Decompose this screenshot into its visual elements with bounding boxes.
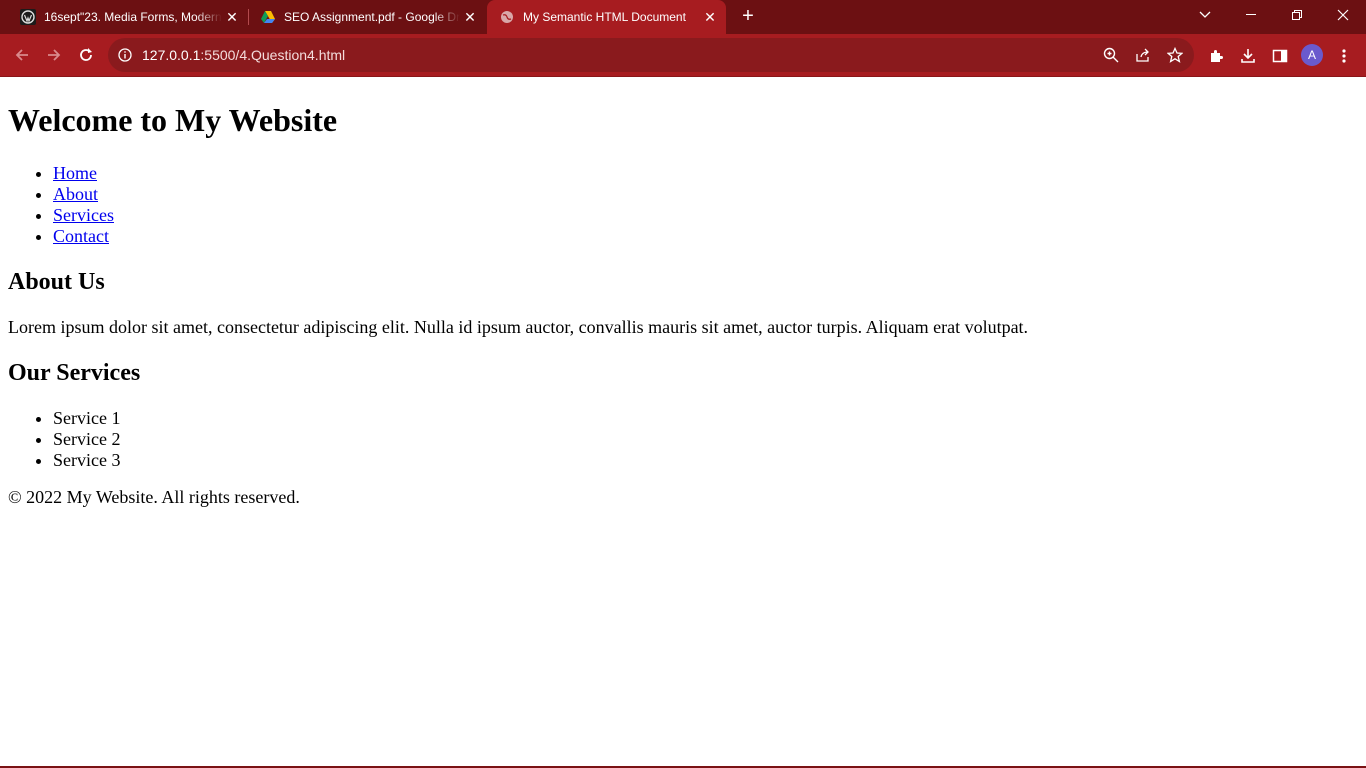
browser-chrome: 16sept"23. Media Forms, Modern ✕ SEO Ass… xyxy=(0,0,1366,77)
nav-link-contact[interactable]: Contact xyxy=(53,226,109,246)
url-path: :5500/4.Question4.html xyxy=(200,47,346,63)
nav-item: Services xyxy=(53,205,1358,226)
side-panel-icon[interactable] xyxy=(1269,45,1291,67)
new-tab-button[interactable]: + xyxy=(736,5,760,29)
restore-button[interactable] xyxy=(1274,0,1320,30)
arrow-right-icon xyxy=(48,49,61,61)
share-icon[interactable] xyxy=(1134,46,1152,64)
globe-icon xyxy=(499,9,515,25)
nav-item: About xyxy=(53,184,1358,205)
minimize-button[interactable] xyxy=(1228,0,1274,30)
restore-icon xyxy=(1292,10,1302,20)
avatar[interactable]: A xyxy=(1301,44,1323,66)
page-content: Welcome to My Website Home About Service… xyxy=(0,98,1366,508)
services-section: Our Services Service 1 Service 2 Service… xyxy=(8,358,1358,471)
tab-semantic-html[interactable]: My Semantic HTML Document ✕ xyxy=(487,0,726,34)
url-text: 127.0.0.1:5500/4.Question4.html xyxy=(142,47,345,63)
site-footer: © 2022 My Website. All rights reserved. xyxy=(8,487,300,507)
close-icon xyxy=(1337,9,1349,21)
address-bar[interactable]: 127.0.0.1:5500/4.Question4.html xyxy=(108,38,1194,72)
forward-button[interactable] xyxy=(40,41,68,69)
tab-seo-assignment[interactable]: SEO Assignment.pdf - Google Dri ✕ xyxy=(248,0,486,34)
reload-icon xyxy=(80,48,92,61)
zoom-icon[interactable] xyxy=(1102,46,1120,64)
tab-title: SEO Assignment.pdf - Google Dri xyxy=(284,10,460,24)
tab-title: 16sept"23. Media Forms, Modern xyxy=(44,10,222,24)
bookmark-star-icon[interactable] xyxy=(1166,46,1184,64)
tab-strip: 16sept"23. Media Forms, Modern ✕ SEO Ass… xyxy=(0,0,1366,34)
close-icon[interactable]: ✕ xyxy=(460,9,480,26)
close-window-button[interactable] xyxy=(1320,0,1366,30)
tab-title: My Semantic HTML Document xyxy=(523,10,686,24)
nav-link-home[interactable]: Home xyxy=(53,163,97,183)
nav-item: Home xyxy=(53,163,1358,184)
chevron-down-icon xyxy=(1199,11,1211,18)
about-section: About Us Lorem ipsum dolor sit amet, con… xyxy=(8,267,1358,338)
wordpress-icon xyxy=(20,9,36,25)
extensions-icon[interactable] xyxy=(1205,45,1227,67)
tab-search-button[interactable] xyxy=(1182,0,1228,30)
service-item: Service 3 xyxy=(53,450,1358,471)
tab-media-forms[interactable]: 16sept"23. Media Forms, Modern ✕ xyxy=(8,0,248,34)
arrow-left-icon xyxy=(15,49,28,61)
nav-link-services[interactable]: Services xyxy=(53,205,114,225)
page-title: Welcome to My Website xyxy=(8,102,338,138)
nav-link-about[interactable]: About xyxy=(53,184,98,204)
nav-item: Contact xyxy=(53,226,1358,247)
service-item: Service 1 xyxy=(53,408,1358,429)
service-item: Service 2 xyxy=(53,429,1358,450)
reload-button[interactable] xyxy=(72,41,100,69)
services-heading: Our Services xyxy=(8,360,141,386)
back-button[interactable] xyxy=(8,41,36,69)
services-list: Service 1 Service 2 Service 3 xyxy=(8,408,1358,471)
kebab-menu-icon[interactable] xyxy=(1333,45,1355,67)
nav-list: Home About Services Contact xyxy=(8,163,1358,247)
close-icon[interactable]: ✕ xyxy=(222,9,242,26)
close-icon[interactable]: ✕ xyxy=(700,9,720,26)
minimize-icon xyxy=(1246,14,1256,15)
url-host: 127.0.0.1 xyxy=(142,47,201,63)
info-icon[interactable] xyxy=(116,46,134,64)
google-drive-icon xyxy=(260,9,276,25)
about-text: Lorem ipsum dolor sit amet, consectetur … xyxy=(8,317,1029,337)
browser-toolbar: 127.0.0.1:5500/4.Question4.html A xyxy=(0,34,1366,77)
site-nav: Home About Services Contact xyxy=(8,163,1358,247)
about-heading: About Us xyxy=(8,269,105,295)
download-icon[interactable] xyxy=(1237,45,1259,67)
site-header: Welcome to My Website Home About Service… xyxy=(8,98,1358,247)
